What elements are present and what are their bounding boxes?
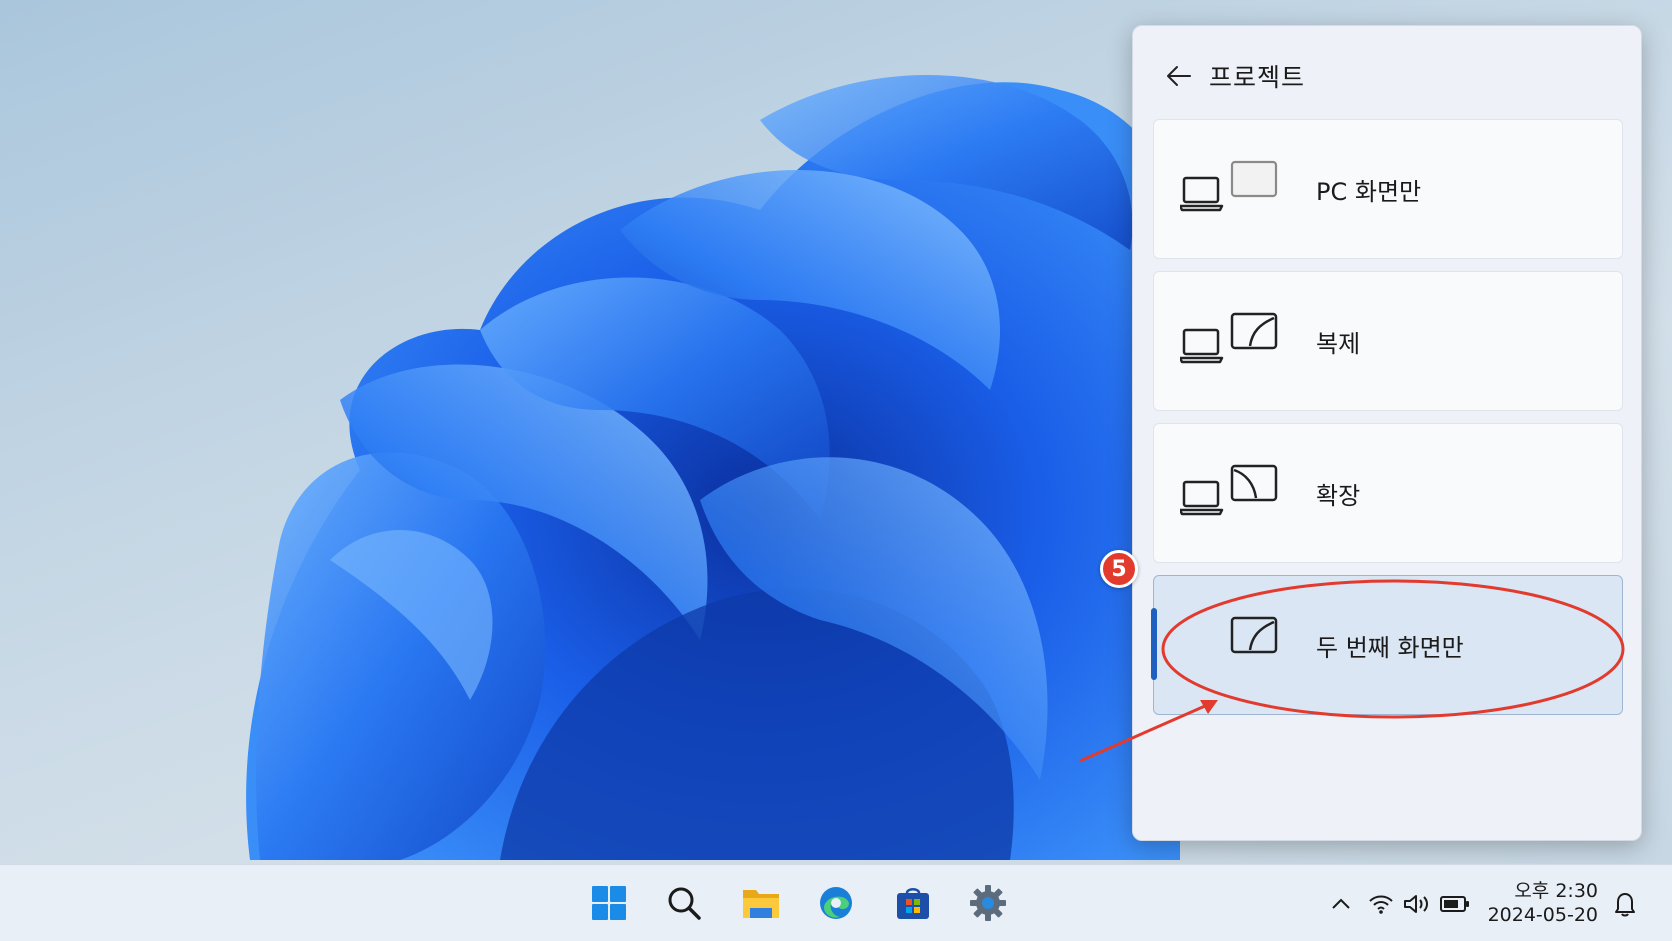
- store-icon: [897, 888, 929, 919]
- pc-screen-only-icon: [1180, 160, 1278, 212]
- volume-button[interactable]: [1402, 889, 1432, 919]
- chevron-up-icon: [1332, 898, 1350, 909]
- volume-icon: [1404, 895, 1428, 913]
- clock-time: 오후 2:30: [1514, 880, 1598, 902]
- notifications-button[interactable]: [1610, 889, 1640, 919]
- settings-icon: [970, 885, 1006, 921]
- clock[interactable]: 오후 2:30 2024-05-20: [1478, 879, 1598, 927]
- file-explorer-button[interactable]: [740, 882, 782, 924]
- edge-icon: [820, 887, 852, 919]
- extend-icon: [1180, 464, 1278, 516]
- option-second-screen-only[interactable]: 두 번째 화면만: [1151, 575, 1623, 715]
- file-explorer-icon: [743, 890, 779, 918]
- search-icon: [668, 887, 701, 920]
- edge-button[interactable]: [815, 882, 857, 924]
- clock-date: 2024-05-20: [1487, 904, 1598, 926]
- option-label: PC 화면만: [1316, 177, 1422, 206]
- duplicate-icon: [1180, 312, 1278, 364]
- step-badge: 5: [1100, 550, 1138, 588]
- option-label: 두 번째 화면만: [1316, 633, 1464, 662]
- start-button[interactable]: [588, 882, 630, 924]
- wifi-icon: [1369, 895, 1393, 914]
- taskbar: 오후 2:30 2024-05-20: [0, 864, 1672, 941]
- option-label: 복제: [1316, 329, 1361, 358]
- selection-indicator: [1151, 608, 1157, 680]
- show-hidden-icons-button[interactable]: [1326, 889, 1356, 919]
- battery-icon: [1440, 896, 1469, 912]
- project-panel: 프로젝트 PC 화면만 복제 확장 두 번째 화면만: [1132, 25, 1642, 841]
- arrow-left-icon: [1167, 66, 1191, 86]
- option-pc-screen-only[interactable]: PC 화면만: [1153, 119, 1623, 259]
- option-extend[interactable]: 확장: [1153, 423, 1623, 563]
- panel-title: 프로젝트: [1209, 63, 1306, 92]
- panel-header: 프로젝트: [1159, 56, 1305, 96]
- start-icon: [592, 886, 626, 920]
- option-duplicate[interactable]: 복제: [1153, 271, 1623, 411]
- second-screen-only-icon: [1230, 616, 1278, 654]
- back-button[interactable]: [1159, 56, 1199, 96]
- store-button[interactable]: [892, 882, 934, 924]
- settings-button[interactable]: [967, 882, 1009, 924]
- network-button[interactable]: [1366, 889, 1396, 919]
- option-label: 확장: [1316, 481, 1361, 510]
- notification-bell-icon: [1615, 893, 1635, 917]
- search-button[interactable]: [663, 882, 705, 924]
- battery-button[interactable]: [1440, 889, 1470, 919]
